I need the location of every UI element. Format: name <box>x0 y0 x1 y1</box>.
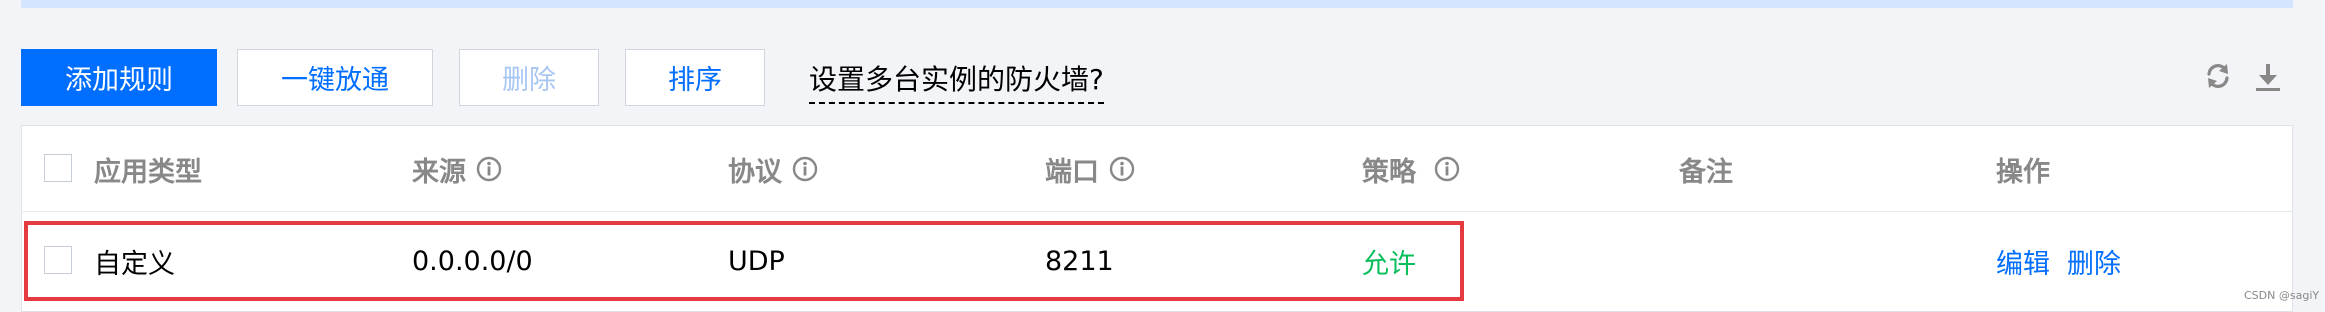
column-header-source: 来源 <box>412 126 502 212</box>
cell-port: 8211 <box>1045 245 1114 277</box>
refresh-icon[interactable] <box>2204 62 2232 90</box>
column-header-protocol-label: 协议 <box>728 156 782 188</box>
toolbar: 添加规则 一键放通 删除 排序 设置多台实例的防火墙? <box>21 48 1104 107</box>
info-icon[interactable] <box>1434 156 1460 182</box>
watermark: CSDN @sagiY <box>2244 289 2320 302</box>
sort-button[interactable]: 排序 <box>625 49 765 106</box>
column-header-app-type: 应用类型 <box>94 156 202 188</box>
column-header-port: 端口 <box>1045 126 1135 212</box>
info-icon[interactable] <box>792 156 818 182</box>
column-header-actions: 操作 <box>1996 156 2050 188</box>
column-header-source-label: 来源 <box>412 156 466 188</box>
select-all-checkbox[interactable] <box>44 154 72 182</box>
cell-policy: 允许 <box>1362 248 1416 280</box>
delete-link[interactable]: 删除 <box>2067 236 2121 286</box>
info-banner <box>21 0 2293 8</box>
column-header-policy: 策略 <box>1362 126 1460 212</box>
one-click-open-button[interactable]: 一键放通 <box>237 49 433 106</box>
column-header-port-label: 端口 <box>1045 156 1099 188</box>
add-rule-button[interactable]: 添加规则 <box>21 49 217 106</box>
column-header-protocol: 协议 <box>728 126 818 212</box>
cell-app-type: 自定义 <box>94 248 175 280</box>
cell-source: 0.0.0.0/0 <box>412 245 533 277</box>
column-header-policy-label: 策略 <box>1362 156 1416 188</box>
table-header: 应用类型 来源 协议 端口 策略 备注 操作 <box>22 126 2292 212</box>
download-icon[interactable] <box>2254 62 2282 92</box>
delete-button[interactable]: 删除 <box>459 49 599 106</box>
info-icon[interactable] <box>1109 156 1135 182</box>
firewall-rules-table: 应用类型 来源 协议 端口 策略 备注 操作 自定义 0.0.0.0/0 UDP… <box>21 125 2293 312</box>
row-checkbox[interactable] <box>44 246 72 274</box>
info-icon[interactable] <box>476 156 502 182</box>
column-header-remark: 备注 <box>1679 156 1733 188</box>
cell-protocol: UDP <box>728 245 785 277</box>
edit-link[interactable]: 编辑 <box>1996 236 2050 286</box>
multi-instance-firewall-link[interactable]: 设置多台实例的防火墙? <box>809 58 1104 104</box>
